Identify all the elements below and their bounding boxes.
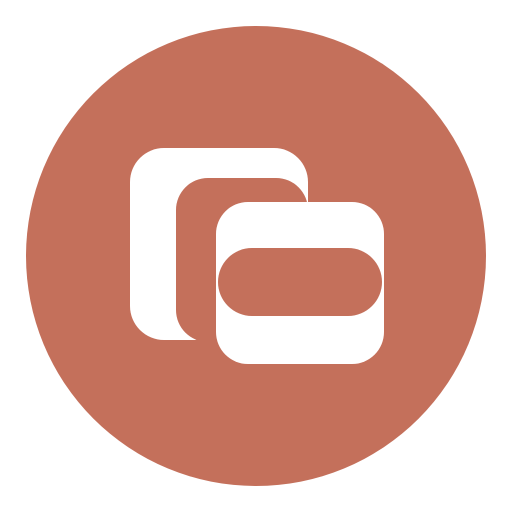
front-card-slot bbox=[218, 248, 382, 316]
app-icon-canvas bbox=[0, 0, 512, 512]
stacked-cards-icon bbox=[26, 26, 486, 486]
